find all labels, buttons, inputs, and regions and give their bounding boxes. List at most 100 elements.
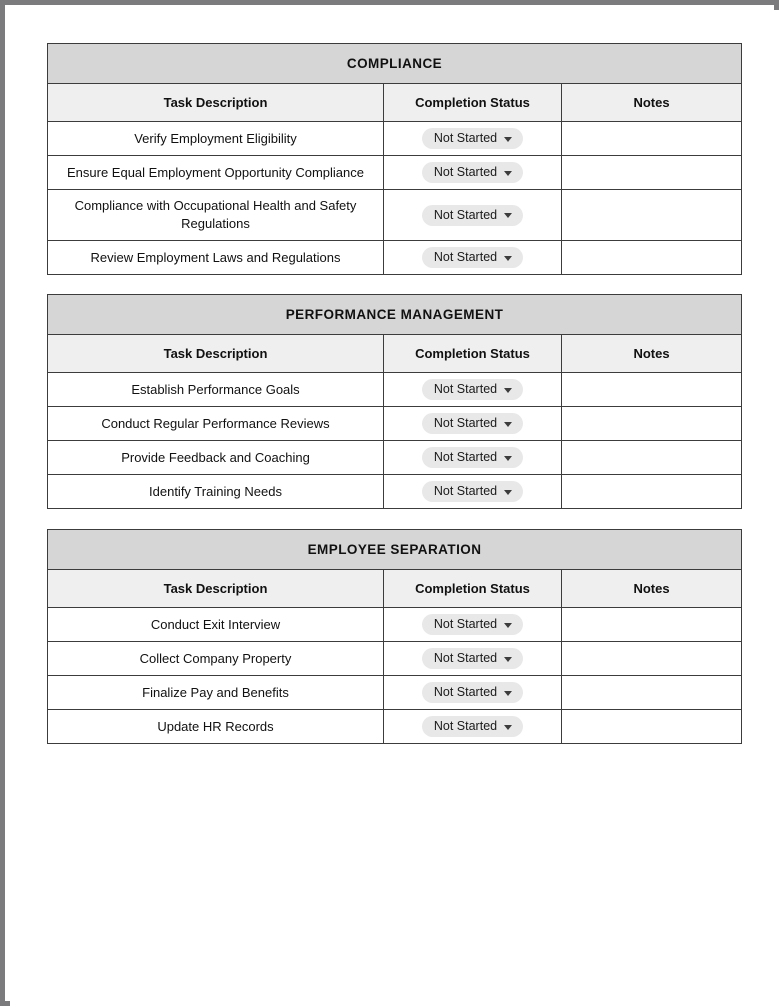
- chevron-down-icon[interactable]: [504, 136, 513, 142]
- table-row: Collect Company Property Not Started: [47, 641, 743, 676]
- column-header-notes: Notes: [560, 334, 743, 373]
- notes-cell[interactable]: [560, 607, 743, 642]
- task-description-cell: Verify Employment Eligibility: [47, 121, 384, 156]
- chevron-down-icon[interactable]: [504, 255, 513, 261]
- notes-cell[interactable]: [560, 189, 743, 241]
- task-description-cell: Compliance with Occupational Health and …: [47, 189, 384, 241]
- status-dropdown-label: Not Started: [433, 617, 498, 631]
- section-title: PERFORMANCE MANAGEMENT: [46, 294, 743, 335]
- chevron-down-icon[interactable]: [504, 387, 513, 393]
- task-description-cell: Conduct Regular Performance Reviews: [47, 406, 384, 441]
- notes-cell[interactable]: [560, 474, 743, 509]
- status-dropdown-label: Not Started: [433, 131, 498, 145]
- notes-cell[interactable]: [560, 240, 743, 275]
- completion-status-cell: Not Started: [383, 440, 562, 475]
- notes-cell[interactable]: [560, 440, 743, 475]
- column-header-task: Task Description: [47, 334, 384, 373]
- completion-status-cell: Not Started: [383, 121, 562, 156]
- status-dropdown-label: Not Started: [433, 685, 498, 699]
- section-title: EMPLOYEE SEPARATION: [46, 529, 743, 570]
- notes-cell[interactable]: [560, 155, 743, 190]
- chevron-down-icon[interactable]: [504, 489, 513, 495]
- task-description-cell: Provide Feedback and Coaching: [47, 440, 384, 475]
- table-row: Conduct Regular Performance Reviews Not S…: [47, 406, 743, 441]
- column-header-notes: Notes: [560, 83, 743, 122]
- section-title: COMPLIANCE: [46, 43, 743, 84]
- section-title-row: COMPLIANCE: [46, 43, 743, 84]
- status-dropdown[interactable]: Not Started: [421, 614, 524, 635]
- completion-status-cell: Not Started: [383, 155, 562, 190]
- chevron-down-icon[interactable]: [504, 455, 513, 461]
- column-header-task: Task Description: [47, 569, 384, 608]
- status-dropdown-label: Not Started: [433, 651, 498, 665]
- notes-cell[interactable]: [560, 121, 743, 156]
- status-dropdown[interactable]: Not Started: [421, 413, 524, 434]
- task-description-cell: Ensure Equal Employment Opportunity Comp…: [47, 155, 384, 190]
- chevron-down-icon[interactable]: [504, 622, 513, 628]
- table-row: Update HR Records Not Started: [47, 709, 743, 744]
- status-dropdown-label: Not Started: [433, 450, 498, 464]
- status-dropdown[interactable]: Not Started: [421, 247, 524, 268]
- column-header-notes: Notes: [560, 569, 743, 608]
- chevron-down-icon[interactable]: [504, 170, 513, 176]
- table-row: Identify Training Needs Not Started: [47, 474, 743, 509]
- checklist-table: PERFORMANCE MANAGEMENT Task Description Co…: [46, 294, 743, 509]
- completion-status-cell: Not Started: [383, 709, 562, 744]
- notes-cell[interactable]: [560, 709, 743, 744]
- status-dropdown[interactable]: Not Started: [421, 648, 524, 669]
- notes-cell[interactable]: [560, 372, 743, 407]
- task-description-cell: Collect Company Property: [47, 641, 384, 676]
- section-table: EMPLOYEE SEPARATION Task Description Compl…: [46, 529, 743, 744]
- chevron-down-icon[interactable]: [504, 656, 513, 662]
- section-table: PERFORMANCE MANAGEMENT Task Description Co…: [46, 294, 743, 509]
- checklist-table: EMPLOYEE SEPARATION Task Description Compl…: [46, 529, 743, 744]
- table-row: Review Employment Laws and Regulations No…: [47, 240, 743, 275]
- completion-status-cell: Not Started: [383, 675, 562, 710]
- completion-status-cell: Not Started: [383, 240, 562, 275]
- table-row: Finalize Pay and Benefits Not Started: [47, 675, 743, 710]
- chevron-down-icon[interactable]: [504, 421, 513, 427]
- task-description-cell: Finalize Pay and Benefits: [47, 675, 384, 710]
- status-dropdown-label: Not Started: [433, 382, 498, 396]
- completion-status-cell: Not Started: [383, 641, 562, 676]
- status-dropdown[interactable]: Not Started: [421, 716, 524, 737]
- chevron-down-icon[interactable]: [504, 690, 513, 696]
- column-header-row: Task Description Completion Status Notes: [47, 334, 743, 373]
- table-row: Establish Performance Goals Not Started: [47, 372, 743, 407]
- page-frame: COMPLIANCE Task Description Completion Sta…: [0, 0, 779, 1006]
- notes-cell[interactable]: [560, 641, 743, 676]
- document-sheet: COMPLIANCE Task Description Completion Sta…: [10, 10, 779, 1006]
- column-header-status: Completion Status: [383, 334, 562, 373]
- completion-status-cell: Not Started: [383, 372, 562, 407]
- task-description-cell: Update HR Records: [47, 709, 384, 744]
- column-header-row: Task Description Completion Status Notes: [47, 569, 743, 608]
- notes-cell[interactable]: [560, 406, 743, 441]
- status-dropdown[interactable]: Not Started: [421, 128, 524, 149]
- status-dropdown[interactable]: Not Started: [421, 447, 524, 468]
- table-row: Conduct Exit Interview Not Started: [47, 607, 743, 642]
- chevron-down-icon[interactable]: [504, 724, 513, 730]
- status-dropdown-label: Not Started: [433, 165, 498, 179]
- task-description-cell: Review Employment Laws and Regulations: [47, 240, 384, 275]
- section-title-row: EMPLOYEE SEPARATION: [46, 529, 743, 570]
- status-dropdown-label: Not Started: [433, 207, 498, 222]
- status-dropdown[interactable]: Not Started: [421, 379, 524, 400]
- status-dropdown[interactable]: Not Started: [421, 481, 524, 502]
- task-description-cell: Conduct Exit Interview: [47, 607, 384, 642]
- status-dropdown[interactable]: Not Started: [421, 204, 524, 226]
- table-row: Verify Employment Eligibility Not Started: [47, 121, 743, 156]
- column-header-task: Task Description: [47, 83, 384, 122]
- chevron-down-icon[interactable]: [504, 213, 513, 218]
- status-dropdown[interactable]: Not Started: [421, 682, 524, 703]
- checklist-table: COMPLIANCE Task Description Completion Sta…: [46, 43, 743, 275]
- task-description-cell: Establish Performance Goals: [47, 372, 384, 407]
- table-row: Compliance with Occupational Health and …: [47, 189, 743, 241]
- completion-status-cell: Not Started: [383, 189, 562, 241]
- status-dropdown-label: Not Started: [433, 484, 498, 498]
- completion-status-cell: Not Started: [383, 607, 562, 642]
- task-description-cell: Identify Training Needs: [47, 474, 384, 509]
- completion-status-cell: Not Started: [383, 406, 562, 441]
- completion-status-cell: Not Started: [383, 474, 562, 509]
- notes-cell[interactable]: [560, 675, 743, 710]
- status-dropdown[interactable]: Not Started: [421, 162, 524, 183]
